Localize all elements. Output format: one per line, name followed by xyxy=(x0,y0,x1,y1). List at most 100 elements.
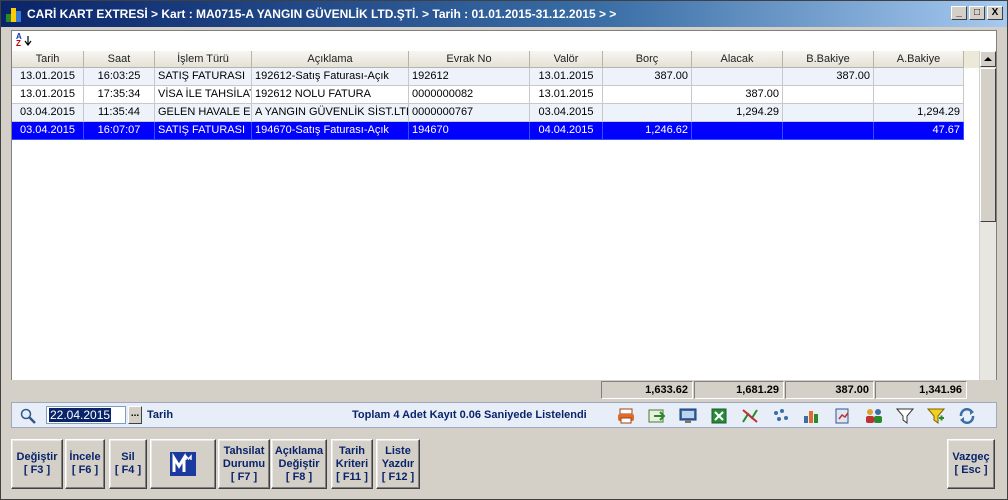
grid-rows: 13.01.2015 16:03:25 SATIŞ FATURASI 192612-S… xyxy=(12,68,980,140)
cell-evrak-no: 0000000082 xyxy=(409,86,530,104)
close-button[interactable]: X xyxy=(987,6,1003,20)
table-row[interactable]: 03.04.2015 16:07:07 SATIŞ FATURASI 194670-S… xyxy=(12,122,980,140)
date-label: Tarih xyxy=(147,409,174,421)
totals-row: 1,633.62 1,681.29 387.00 1,341.96 xyxy=(11,380,997,400)
chart-edit-icon[interactable] xyxy=(740,406,760,426)
column-header-a-bakiye[interactable]: A.Bakiye xyxy=(874,51,964,68)
bar-chart-icon[interactable] xyxy=(802,406,822,426)
cell-saat: 16:03:25 xyxy=(84,68,155,86)
filter-add-icon[interactable] xyxy=(926,406,946,426)
column-header-alacak[interactable]: Alacak xyxy=(692,51,783,68)
cell-saat: 17:35:34 xyxy=(84,86,155,104)
column-header-tarih[interactable]: Tarih xyxy=(12,51,84,68)
filter-bar: 22.04.2015 ... Tarih Toplam 4 Adet Kayıt… xyxy=(11,402,997,428)
cell-islem-turu: VİSA İLE TAHSİLAT xyxy=(155,86,252,104)
cell-b-bakiye: 387.00 xyxy=(783,68,874,86)
cell-borc: 387.00 xyxy=(603,68,692,86)
filter-icon[interactable] xyxy=(895,406,915,426)
vazgec-button[interactable]: Vazgeç [ Esc ] xyxy=(947,439,995,489)
app-logo-icon xyxy=(170,452,196,476)
cell-alacak: 1,294.29 xyxy=(692,104,783,122)
cell-alacak: 387.00 xyxy=(692,86,783,104)
print-icon[interactable] xyxy=(616,406,636,426)
tarih-kriteri-button[interactable]: Tarih Kriteri [ F11 ] xyxy=(331,439,373,489)
incele-button[interactable]: İncele [ F6 ] xyxy=(65,439,105,489)
report-icon[interactable] xyxy=(833,406,853,426)
sil-button[interactable]: Sil [ F4 ] xyxy=(109,439,147,489)
table-row[interactable]: 13.01.2015 16:03:25 SATIŞ FATURASI 192612-S… xyxy=(12,68,980,86)
monitor-icon[interactable] xyxy=(678,406,698,426)
cell-evrak-no: 194670 xyxy=(409,122,530,140)
cell-evrak-no: 192612 xyxy=(409,68,530,86)
cell-evrak-no: 0000000767 xyxy=(409,104,530,122)
cell-borc xyxy=(603,86,692,104)
column-header-borc[interactable]: Borç xyxy=(603,51,692,68)
date-picker-button[interactable]: ... xyxy=(128,406,142,424)
scatter-icon[interactable] xyxy=(771,406,791,426)
column-header-aciklama[interactable]: Açıklama xyxy=(252,51,409,68)
cell-tarih: 13.01.2015 xyxy=(12,68,84,86)
total-b-bakiye: 387.00 xyxy=(785,381,874,399)
refresh-icon[interactable] xyxy=(957,406,977,426)
column-header-b-bakiye[interactable]: B.Bakiye xyxy=(783,51,874,68)
transactions-grid[interactable]: A Z Tarih Saat İşlem Türü Açıklama Evrak No V… xyxy=(11,30,997,400)
grid-toolbar: A Z xyxy=(12,31,980,51)
cell-b-bakiye xyxy=(783,122,874,140)
search-icon[interactable] xyxy=(20,408,36,424)
cell-saat: 16:07:07 xyxy=(84,122,155,140)
status-text: Toplam 4 Adet Kayıt 0.06 Saniyede Listel… xyxy=(352,409,587,421)
liste-yazdir-button[interactable]: Liste Yazdır [ F12 ] xyxy=(376,439,420,489)
scroll-up-button[interactable] xyxy=(980,51,996,67)
cell-islem-turu: SATIŞ FATURASI xyxy=(155,68,252,86)
total-alacak: 1,681.29 xyxy=(694,381,784,399)
minimize-button[interactable]: _ xyxy=(951,6,967,20)
app-icon xyxy=(5,5,23,23)
cell-valor: 13.01.2015 xyxy=(530,68,603,86)
aciklama-degistir-button[interactable]: Açıklama Değiştir [ F8 ] xyxy=(271,439,327,489)
cell-aciklama: 194670-Satış Faturası-Açık xyxy=(252,122,409,140)
cell-islem-turu: SATIŞ FATURASI xyxy=(155,122,252,140)
cell-aciklama: A YANGIN GÜVENLİK SİST.LTD.ŞTİ. xyxy=(252,104,409,122)
cell-borc: 1,246.62 xyxy=(603,122,692,140)
export-icon[interactable] xyxy=(647,406,667,426)
cell-a-bakiye xyxy=(874,86,964,104)
scroll-thumb[interactable] xyxy=(980,68,996,222)
date-input[interactable]: 22.04.2015 xyxy=(46,406,126,424)
title-bar[interactable]: CARİ KART EXTRESİ > Kart : MA0715-A YANG… xyxy=(1,1,1007,27)
cari-kart-extresi-window: CARİ KART EXTRESİ > Kart : MA0715-A YANG… xyxy=(0,0,1008,500)
cell-alacak xyxy=(692,122,783,140)
users-icon[interactable] xyxy=(864,406,884,426)
sort-az-icon[interactable]: A Z xyxy=(16,33,34,49)
cell-b-bakiye xyxy=(783,86,874,104)
cell-aciklama: 192612 NOLU FATURA xyxy=(252,86,409,104)
grid-header: Tarih Saat İşlem Türü Açıklama Evrak No Valör… xyxy=(12,51,980,68)
cell-valor: 04.04.2015 xyxy=(530,122,603,140)
cell-saat: 11:35:44 xyxy=(84,104,155,122)
cell-alacak xyxy=(692,68,783,86)
cell-valor: 03.04.2015 xyxy=(530,104,603,122)
total-borc: 1,633.62 xyxy=(601,381,693,399)
cell-a-bakiye xyxy=(874,68,964,86)
column-header-evrak-no[interactable]: Evrak No xyxy=(409,51,530,68)
column-header-valor[interactable]: Valör xyxy=(530,51,603,68)
degistir-button[interactable]: Değiştir [ F3 ] xyxy=(11,439,63,489)
column-header-islem-turu[interactable]: İşlem Türü xyxy=(155,51,252,68)
cell-tarih: 03.04.2015 xyxy=(12,122,84,140)
cell-a-bakiye: 1,294.29 xyxy=(874,104,964,122)
excel-icon[interactable] xyxy=(709,406,729,426)
table-row[interactable]: 03.04.201511:35:44GELEN HAVALE EFTA YANG… xyxy=(12,104,980,122)
cell-valor: 13.01.2015 xyxy=(530,86,603,104)
bottom-button-bar: Değiştir [ F3 ] İncele [ F6 ] Sil [ F4 ]… xyxy=(7,434,1001,494)
maximize-button[interactable]: □ xyxy=(969,6,985,20)
cell-borc xyxy=(603,104,692,122)
total-a-bakiye: 1,341.96 xyxy=(875,381,967,399)
toolbar-icons xyxy=(616,406,977,426)
cell-tarih: 13.01.2015 xyxy=(12,86,84,104)
cell-b-bakiye xyxy=(783,104,874,122)
vertical-scrollbar[interactable] xyxy=(979,51,996,399)
window-controls: _ □ X xyxy=(951,6,1003,20)
logo-button[interactable] xyxy=(150,439,216,489)
tahsilat-durumu-button[interactable]: Tahsilat Durumu [ F7 ] xyxy=(218,439,270,489)
column-header-saat[interactable]: Saat xyxy=(84,51,155,68)
table-row[interactable]: 13.01.2015 17:35:34 VİSA İLE TAHSİLAT 19261… xyxy=(12,86,980,104)
